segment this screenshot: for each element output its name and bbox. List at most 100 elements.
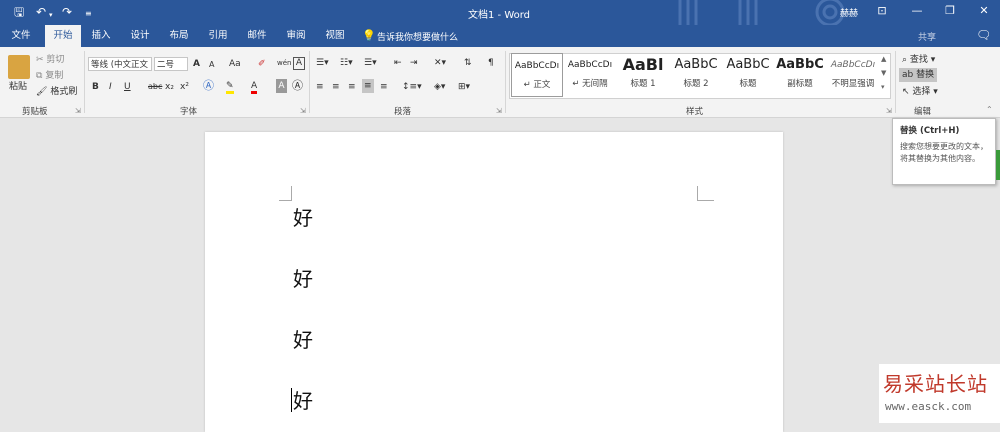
margin-mark-left bbox=[279, 186, 292, 201]
style-name: ↵ 正文 bbox=[523, 80, 551, 90]
italic-button[interactable]: I bbox=[109, 80, 112, 94]
tab-home[interactable]: 开始 bbox=[45, 25, 81, 47]
find-button[interactable]: ⌕ 查找 ▾ bbox=[902, 53, 935, 67]
align-center-icon[interactable]: ≡ bbox=[332, 80, 340, 94]
minimize-icon[interactable]: — bbox=[909, 4, 925, 18]
style-name: 副标题 bbox=[787, 79, 813, 89]
align-left-icon[interactable]: ≡ bbox=[316, 80, 324, 94]
editing-group-label: 编辑 bbox=[914, 107, 932, 117]
subscript-button[interactable]: x₂ bbox=[165, 80, 174, 94]
char-shading-icon[interactable]: A bbox=[276, 79, 287, 93]
scissors-icon: ✂ bbox=[36, 55, 44, 65]
text-effects-icon[interactable]: Ⓐ bbox=[203, 79, 214, 93]
redo-icon[interactable]: ↷ bbox=[62, 5, 72, 19]
clipboard-launcher-icon[interactable]: ⇲ bbox=[75, 107, 81, 115]
tab-view[interactable]: 视图 bbox=[320, 25, 350, 47]
format-painter-button[interactable]: 🖌 格式刷 bbox=[36, 85, 77, 99]
tab-insert[interactable]: 插入 bbox=[86, 25, 116, 47]
change-case-button[interactable]: Aa bbox=[229, 57, 241, 71]
style-heading2[interactable]: AaBbC 标题 2 bbox=[670, 53, 722, 97]
char-border-button[interactable]: A bbox=[293, 57, 305, 70]
decrease-indent-icon[interactable]: ⇤ bbox=[394, 56, 402, 70]
font-size-select[interactable]: 二号 bbox=[154, 57, 188, 71]
replace-icon: ab bbox=[902, 70, 914, 80]
gallery-down-icon[interactable]: ▼ bbox=[881, 69, 886, 77]
phonetic-guide-button[interactable]: wén bbox=[277, 56, 291, 70]
chinese-layout-icon[interactable]: ✕▾ bbox=[434, 56, 446, 70]
superscript-button[interactable]: x² bbox=[180, 80, 189, 94]
tab-mailings[interactable]: 邮件 bbox=[242, 25, 272, 47]
clear-format-icon[interactable]: ✐ bbox=[258, 57, 266, 71]
paragraph[interactable]: 好 bbox=[293, 324, 313, 353]
multilevel-list-icon[interactable]: ☰▾ bbox=[364, 56, 377, 70]
styles-launcher-icon[interactable]: ⇲ bbox=[886, 107, 892, 115]
paragraph[interactable]: 好 bbox=[293, 385, 313, 414]
replace-label: 替换 bbox=[916, 70, 935, 80]
paragraph-launcher-icon[interactable]: ⇲ bbox=[496, 107, 502, 115]
shrink-font-button[interactable]: A bbox=[209, 58, 214, 72]
tab-layout[interactable]: 布局 bbox=[164, 25, 194, 47]
select-button[interactable]: ↖ 选择 ▾ bbox=[902, 85, 938, 99]
divider bbox=[84, 51, 85, 113]
gallery-up-icon[interactable]: ▲ bbox=[881, 55, 886, 63]
ribbon-display-icon[interactable]: ⊡ bbox=[874, 4, 890, 18]
margin-mark-right bbox=[697, 186, 714, 201]
comment-icon[interactable]: 🗨 bbox=[976, 28, 991, 42]
shading-icon[interactable]: ◈▾ bbox=[434, 80, 445, 94]
tab-review[interactable]: 审阅 bbox=[281, 25, 311, 47]
tab-design[interactable]: 设计 bbox=[125, 25, 155, 47]
title-decoration bbox=[678, 0, 845, 25]
borders-icon[interactable]: ⊞▾ bbox=[458, 80, 470, 94]
undo-icon[interactable]: ↶ bbox=[36, 5, 46, 19]
cut-button[interactable]: ✂ 剪切 bbox=[36, 53, 64, 67]
restore-icon[interactable]: ❐ bbox=[942, 4, 958, 18]
highlight-icon[interactable]: ✎ bbox=[226, 79, 234, 94]
style-subtitle[interactable]: AaBbC 副标题 bbox=[774, 53, 826, 97]
gallery-more-icon[interactable]: ▾ bbox=[881, 83, 885, 91]
tell-me-search[interactable]: 告诉我你想要做什么 bbox=[377, 30, 458, 43]
sort-icon[interactable]: ⇅ bbox=[464, 56, 472, 70]
share-button[interactable]: 共享 bbox=[918, 30, 936, 43]
style-title[interactable]: AaBbC 标题 bbox=[722, 53, 774, 97]
show-marks-icon[interactable]: ¶ bbox=[488, 56, 494, 70]
watermark-url: www.easck.com bbox=[885, 400, 972, 413]
document-page[interactable]: 好 好 好 好 bbox=[205, 132, 783, 432]
font-launcher-icon[interactable]: ⇲ bbox=[300, 107, 306, 115]
undo-dropdown-icon[interactable]: ▾ bbox=[49, 8, 53, 22]
collapse-ribbon-icon[interactable]: ⌃ bbox=[986, 105, 993, 114]
increase-indent-icon[interactable]: ⇥ bbox=[410, 56, 418, 70]
customize-qat-icon[interactable]: ≡ bbox=[85, 7, 92, 21]
paste-icon[interactable] bbox=[8, 55, 30, 79]
font-color-icon[interactable]: A bbox=[251, 79, 258, 94]
style-normal[interactable]: AaBbCcDı ↵ 正文 bbox=[511, 53, 563, 97]
paragraph[interactable]: 好 bbox=[293, 202, 313, 231]
user-name[interactable]: 赫赫 bbox=[840, 6, 858, 19]
bullets-icon[interactable]: ☰▾ bbox=[316, 56, 329, 70]
close-icon[interactable]: ✕ bbox=[976, 4, 992, 18]
bold-button[interactable]: B bbox=[92, 80, 99, 94]
grow-font-button[interactable]: A bbox=[193, 57, 200, 71]
tab-references[interactable]: 引用 bbox=[203, 25, 233, 47]
line-spacing-icon[interactable]: ↕≡▾ bbox=[402, 80, 422, 94]
strikethrough-button[interactable]: abc bbox=[148, 80, 162, 94]
tab-file[interactable]: 文件 bbox=[5, 25, 37, 47]
title-bar: 🖫 ↶ ▾ ↷ ≡ 文档1 - Word 赫赫 ⊡ — ❐ ✕ bbox=[0, 0, 1000, 25]
style-no-spacing[interactable]: AaBbCcDı ↵ 无间隔 bbox=[564, 53, 616, 97]
paragraph-group-label: 段落 bbox=[394, 107, 412, 117]
find-label: 查找 bbox=[909, 55, 928, 65]
replace-button[interactable]: ab 替换 bbox=[899, 68, 938, 82]
save-icon[interactable]: 🖫 bbox=[14, 5, 24, 19]
font-group-label: 字体 bbox=[180, 107, 198, 117]
distributed-icon[interactable]: ≡ bbox=[380, 80, 388, 94]
justify-icon[interactable]: ≡ bbox=[362, 79, 374, 93]
numbering-icon[interactable]: ☷▾ bbox=[340, 56, 353, 70]
style-subtle-emphasis[interactable]: AaBbCcDı 不明显强调 bbox=[827, 53, 879, 97]
paste-button[interactable]: 粘贴 bbox=[9, 80, 27, 94]
font-name-select[interactable]: 等线 (中文正文 bbox=[88, 57, 152, 71]
paragraph[interactable]: 好 bbox=[293, 263, 313, 292]
copy-button[interactable]: ⧉ 复制 bbox=[36, 69, 63, 83]
enclosed-char-icon[interactable]: Ⓐ bbox=[292, 79, 303, 93]
underline-button[interactable]: U bbox=[124, 80, 131, 94]
style-heading1[interactable]: AaBl 标题 1 bbox=[617, 53, 669, 97]
align-right-icon[interactable]: ≡ bbox=[348, 80, 356, 94]
